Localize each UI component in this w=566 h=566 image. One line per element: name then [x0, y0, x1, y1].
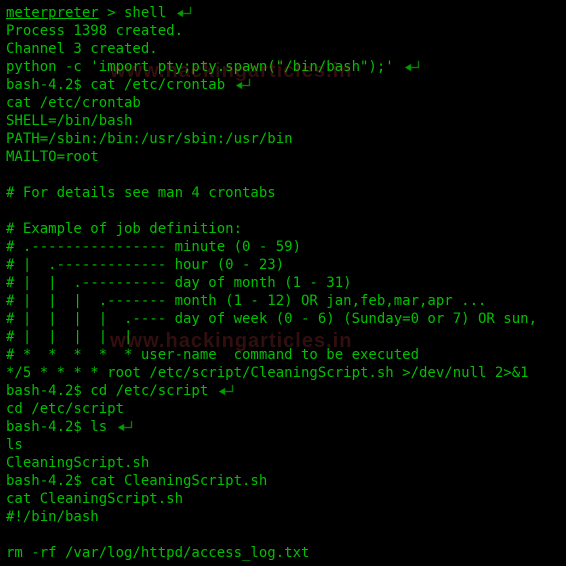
input-arrow-icon [404, 59, 422, 75]
input-arrow-icon [218, 383, 236, 399]
terminal-line: # | | | .------- month (1 - 12) OR jan,f… [6, 292, 560, 310]
text-segment: CleaningScript.sh [6, 455, 149, 471]
terminal-line: #!/bin/bash [6, 508, 560, 526]
terminal-line: cat /etc/crontab [6, 94, 560, 112]
terminal-text: # * * * * * user-name command to be exec… [6, 346, 419, 364]
terminal-line: meterpreter > shell [6, 4, 560, 22]
terminal-text: cd /etc/script [6, 400, 124, 418]
terminal-text: Channel 3 created. [6, 40, 158, 58]
terminal-line: bash-4.2$ cat /etc/crontab [6, 76, 560, 94]
text-segment: > shell [99, 5, 166, 21]
text-segment: # * * * * * user-name command to be exec… [6, 347, 419, 363]
terminal-text: bash-4.2$ cat CleaningScript.sh [6, 472, 267, 490]
terminal-line: # Example of job definition: [6, 220, 560, 238]
input-arrow-icon [235, 77, 253, 93]
input-arrow-icon [176, 5, 194, 21]
terminal-text: meterpreter > shell [6, 4, 166, 22]
terminal-text: # | | .---------- day of month (1 - 31) [6, 274, 352, 292]
terminal-line: # .---------------- minute (0 - 59) [6, 238, 560, 256]
text-segment: cat CleaningScript.sh [6, 491, 183, 507]
text-segment: Channel 3 created. [6, 41, 158, 57]
terminal-line: # | .------------- hour (0 - 23) [6, 256, 560, 274]
text-segment: # .---------------- minute (0 - 59) [6, 239, 301, 255]
terminal-line: */5 * * * * root /etc/script/CleaningScr… [6, 364, 560, 382]
terminal-line: python -c 'import pty;pty.spawn("/bin/ba… [6, 58, 560, 76]
terminal-text: #!/bin/bash [6, 508, 99, 526]
text-segment: # For details see man 4 crontabs [6, 185, 276, 201]
text-segment: MAILTO=root [6, 149, 99, 165]
text-segment: SHELL=/bin/bash [6, 113, 132, 129]
terminal-line: # | | | | .---- day of week (0 - 6) (Sun… [6, 310, 560, 328]
text-segment: cd /etc/script [6, 401, 124, 417]
terminal-text: # Example of job definition: [6, 220, 242, 238]
terminal-output: meterpreter > shellProcess 1398 created.… [6, 4, 560, 562]
text-segment: # Example of job definition: [6, 221, 242, 237]
terminal-text: # | .------------- hour (0 - 23) [6, 256, 284, 274]
text-segment: # | | .---------- day of month (1 - 31) [6, 275, 352, 291]
terminal-line: cd /etc/script [6, 400, 560, 418]
terminal-line: # | | .---------- day of month (1 - 31) [6, 274, 560, 292]
underlined-text: meterpreter [6, 5, 99, 21]
terminal-text: # | | | | .---- day of week (0 - 6) (Sun… [6, 310, 537, 328]
terminal-line: cat CleaningScript.sh [6, 490, 560, 508]
text-segment: ls [6, 437, 23, 453]
text-segment: # | .------------- hour (0 - 23) [6, 257, 284, 273]
terminal-text: bash-4.2$ cd /etc/script [6, 382, 208, 400]
terminal-text: PATH=/sbin:/bin:/usr/sbin:/usr/bin [6, 130, 293, 148]
terminal-line: # | | | | | [6, 328, 560, 346]
terminal-text: # For details see man 4 crontabs [6, 184, 276, 202]
text-segment: */5 * * * * root /etc/script/CleaningScr… [6, 365, 529, 381]
terminal-text: cat CleaningScript.sh [6, 490, 183, 508]
terminal-line: ls [6, 436, 560, 454]
terminal-text: rm -rf /var/log/httpd/access_log.txt [6, 544, 309, 562]
text-segment: bash-4.2$ ls [6, 419, 107, 435]
terminal-line: Channel 3 created. [6, 40, 560, 58]
terminal-text: # | | | | | [6, 328, 132, 346]
terminal-text: bash-4.2$ ls [6, 418, 107, 436]
text-segment: PATH=/sbin:/bin:/usr/sbin:/usr/bin [6, 131, 293, 147]
text-segment: cat /etc/crontab [6, 95, 141, 111]
text-segment: Process 1398 created. [6, 23, 183, 39]
terminal-line: bash-4.2$ cat CleaningScript.sh [6, 472, 560, 490]
text-segment: bash-4.2$ cd /etc/script [6, 383, 208, 399]
text-segment: #!/bin/bash [6, 509, 99, 525]
text-segment: rm -rf /var/log/httpd/access_log.txt [6, 545, 309, 561]
terminal-line: bash-4.2$ ls [6, 418, 560, 436]
text-segment: # | | | .------- month (1 - 12) OR jan,f… [6, 293, 486, 309]
terminal-line: PATH=/sbin:/bin:/usr/sbin:/usr/bin [6, 130, 560, 148]
terminal-line [6, 202, 560, 220]
terminal-line: # For details see man 4 crontabs [6, 184, 560, 202]
text-segment: # | | | | .---- day of week (0 - 6) (Sun… [6, 311, 537, 327]
text-segment: python -c 'import pty;pty.spawn("/bin/ba… [6, 59, 394, 75]
terminal-text: MAILTO=root [6, 148, 99, 166]
terminal-text: */5 * * * * root /etc/script/CleaningScr… [6, 364, 529, 382]
terminal-text: cat /etc/crontab [6, 94, 141, 112]
terminal-line [6, 166, 560, 184]
text-segment: bash-4.2$ cat /etc/crontab [6, 77, 225, 93]
text-segment: # | | | | | [6, 329, 132, 345]
terminal-line: Process 1398 created. [6, 22, 560, 40]
terminal-text: CleaningScript.sh [6, 454, 149, 472]
terminal-text: bash-4.2$ cat /etc/crontab [6, 76, 225, 94]
input-arrow-icon [117, 419, 135, 435]
terminal-line: MAILTO=root [6, 148, 560, 166]
terminal-line: rm -rf /var/log/httpd/access_log.txt [6, 544, 560, 562]
terminal-text: SHELL=/bin/bash [6, 112, 132, 130]
terminal-line: bash-4.2$ cd /etc/script [6, 382, 560, 400]
terminal-text: python -c 'import pty;pty.spawn("/bin/ba… [6, 58, 394, 76]
terminal-line: SHELL=/bin/bash [6, 112, 560, 130]
terminal-line: CleaningScript.sh [6, 454, 560, 472]
terminal-text: # | | | .------- month (1 - 12) OR jan,f… [6, 292, 486, 310]
terminal-text: # .---------------- minute (0 - 59) [6, 238, 301, 256]
terminal-line [6, 526, 560, 544]
text-segment: bash-4.2$ cat CleaningScript.sh [6, 473, 267, 489]
terminal-text: ls [6, 436, 23, 454]
terminal-line: # * * * * * user-name command to be exec… [6, 346, 560, 364]
terminal-text: Process 1398 created. [6, 22, 183, 40]
